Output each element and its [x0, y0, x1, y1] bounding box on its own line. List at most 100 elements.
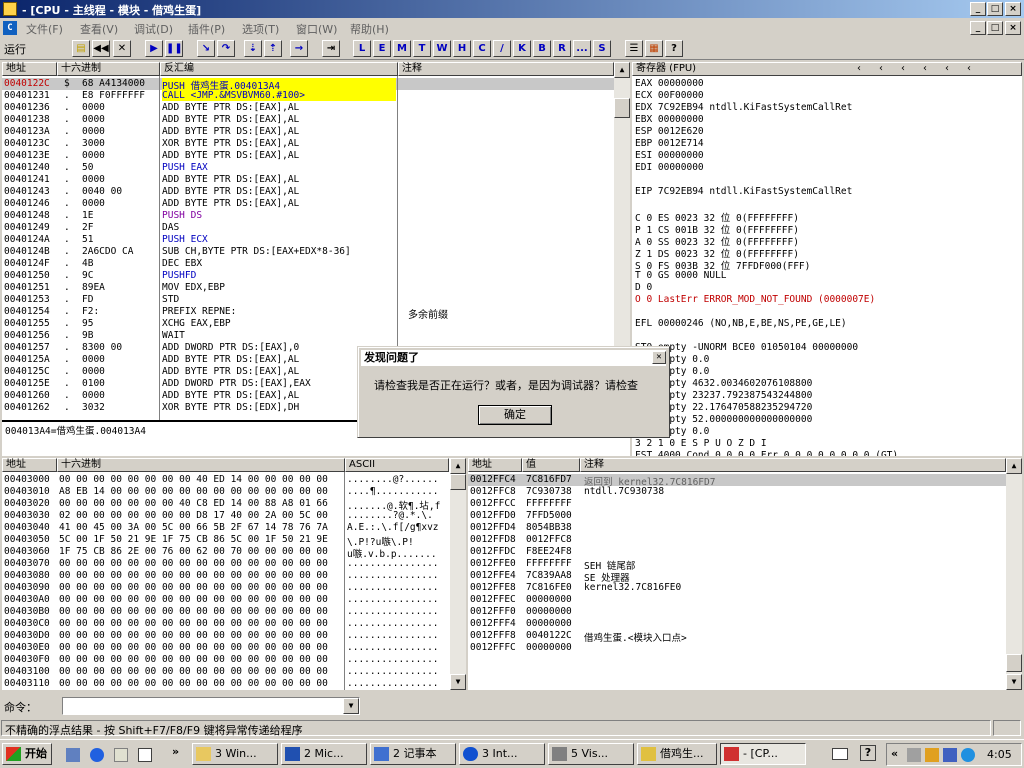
- disasm-row[interactable]: 00401241. 0000 ADD BYTE PTR DS:[EAX],AL: [2, 174, 614, 186]
- mdi-restore-button[interactable]: □: [987, 21, 1003, 35]
- disasm-row[interactable]: 0040124F. 4B DEC EBX: [2, 258, 614, 270]
- toolbar-B-button[interactable]: B: [533, 40, 551, 57]
- toolbar-E-button[interactable]: E: [373, 40, 391, 57]
- task-microsoft-word[interactable]: 2 Mic...: [281, 743, 367, 765]
- toolbar-L-button[interactable]: L: [353, 40, 371, 57]
- toolbar-M-button[interactable]: M: [393, 40, 411, 57]
- goto-icon[interactable]: ⇥: [322, 40, 340, 57]
- disasm-row[interactable]: 0040124B. 2A6CDO CA SUB CH,BYTE PTR DS:[EA…: [2, 246, 614, 258]
- stack-header-comment[interactable]: 注释: [580, 458, 1006, 472]
- disasm-header-addr[interactable]: 地址: [2, 62, 57, 76]
- stack-row[interactable]: 0012FFD4 8054BB38: [468, 522, 1006, 534]
- stack-row[interactable]: 0012FFFC 00000000: [468, 642, 1006, 654]
- menu-window[interactable]: 窗口(W): [296, 21, 337, 37]
- scroll-thumb[interactable]: [614, 98, 630, 118]
- dump-row[interactable]: 00403080 00 00 00 00 00 00 00 00 00 00 00…: [2, 570, 450, 582]
- stack-row[interactable]: 0012FFD0 7FFD5000: [468, 510, 1006, 522]
- quicklaunch-user-icon[interactable]: [66, 748, 80, 762]
- disasm-row[interactable]: 00401246. 0000 ADD BYTE PTR DS:[EAX],AL: [2, 198, 614, 210]
- start-button[interactable]: 开始: [2, 743, 52, 765]
- scroll-down-icon[interactable]: ▼: [1006, 674, 1022, 690]
- stack-row[interactable]: 0012FFC4 7C816FD7 返回到 kernel32.7C816FD7: [468, 474, 1006, 488]
- dump-pane[interactable]: 地址 十六进制 ASCII 00403000 00 00 00 00 00 00 …: [2, 458, 466, 690]
- quicklaunch-ie-icon[interactable]: [90, 748, 104, 762]
- run-icon[interactable]: ▶: [145, 40, 163, 57]
- stack-row[interactable]: 0012FFF0 00000000: [468, 606, 1006, 618]
- palette-icon[interactable]: ▦: [645, 40, 663, 57]
- close-button[interactable]: ×: [1005, 2, 1021, 16]
- stack-row[interactable]: 0012FFDC F8EE24F8: [468, 546, 1006, 558]
- dump-row[interactable]: 00403030 02 00 00 00 00 00 00 00 D8 17 40…: [2, 510, 450, 522]
- help-icon[interactable]: ?: [665, 40, 683, 57]
- task-windows-explorer[interactable]: 3 Win...: [192, 743, 278, 765]
- toolbar-S-button[interactable]: S: [593, 40, 611, 57]
- help-tray-icon[interactable]: ?: [860, 745, 876, 761]
- clock[interactable]: 4:05: [987, 748, 1012, 761]
- dialog-ok-button[interactable]: 确定: [478, 405, 552, 425]
- task-crackme[interactable]: 借鸡生...: [637, 743, 717, 765]
- scroll-down-icon[interactable]: ▼: [450, 674, 466, 690]
- stack-header-value[interactable]: 值: [522, 458, 580, 472]
- task-internet-explorer[interactable]: 3 Int...: [459, 743, 545, 765]
- stack-row[interactable]: 0012FFE4 7C839AA8 SE 处理器: [468, 570, 1006, 584]
- menu-debug[interactable]: 调试(D): [134, 21, 173, 37]
- dump-row[interactable]: 00403090 00 00 00 00 00 00 00 00 00 00 00…: [2, 582, 450, 594]
- disasm-row[interactable]: 00401240. 50 PUSH EAX: [2, 162, 614, 174]
- minimize-button[interactable]: _: [970, 2, 986, 16]
- dump-row[interactable]: 004030E0 00 00 00 00 00 00 00 00 00 00 00…: [2, 642, 450, 654]
- dump-row[interactable]: 00403070 00 00 00 00 00 00 00 00 00 00 00…: [2, 558, 450, 570]
- register-nav-arrows-icon[interactable]: ‹‹‹‹‹‹: [857, 63, 989, 75]
- stack-row[interactable]: 0012FFC8 7C930738 ntdll.7C930738: [468, 486, 1006, 498]
- dump-row[interactable]: 004030D0 00 00 00 00 00 00 00 00 00 00 00…: [2, 630, 450, 642]
- dump-row[interactable]: 00403000 00 00 00 00 00 00 00 00 40 ED 14…: [2, 474, 450, 486]
- dump-row[interactable]: 004030C0 00 00 00 00 00 00 00 00 00 00 00…: [2, 618, 450, 630]
- command-dropdown-icon[interactable]: ▼: [343, 698, 359, 714]
- task-ollydbg-cpu[interactable]: - [CP...: [720, 743, 806, 765]
- disasm-row[interactable]: 00401254. F2: PREFIX REPNE: 多余前缀: [2, 306, 614, 321]
- menu-file[interactable]: 文件(F): [26, 21, 63, 37]
- menu-help[interactable]: 帮助(H): [350, 21, 389, 37]
- disasm-row[interactable]: 0040123A. 0000 ADD BYTE PTR DS:[EAX],AL: [2, 126, 614, 138]
- menu-view[interactable]: 查看(V): [80, 21, 118, 37]
- menu-plugins[interactable]: 插件(P): [188, 21, 225, 37]
- dump-row[interactable]: 00403050 5C 00 1F 50 21 9E 1F 75 CB 86 5C…: [2, 534, 450, 548]
- disasm-row[interactable]: 00401231. E8 F0FFFFFF CALL <JMP.&MSVBVM60.…: [2, 90, 614, 102]
- disasm-header-asm[interactable]: 反汇编: [160, 62, 398, 76]
- list-icon[interactable]: ☰: [625, 40, 643, 57]
- tray-expand-icon[interactable]: «: [891, 747, 898, 760]
- registers-pane[interactable]: 寄存器 (FPU) ‹‹‹‹‹‹ EAX 00000000 ECX 00F0000…: [632, 62, 1022, 456]
- dump-row[interactable]: 00403060 1F 75 CB 86 2E 00 76 00 62 00 70…: [2, 546, 450, 560]
- command-input[interactable]: ▼: [62, 697, 360, 715]
- toolbar-W-button[interactable]: W: [433, 40, 451, 57]
- stack-pane[interactable]: 地址 值 注释 0012FFC4 7C816FD7 返回到 kernel32.7C8…: [468, 458, 1022, 690]
- toolbar-T-button[interactable]: T: [413, 40, 431, 57]
- disasm-row[interactable]: 00401236. 0000 ADD BYTE PTR DS:[EAX],AL: [2, 102, 614, 114]
- stack-row[interactable]: 0012FFE0 FFFFFFFF SEH 链尾部: [468, 558, 1006, 572]
- toolbar-C-button[interactable]: C: [473, 40, 491, 57]
- dump-header-addr[interactable]: 地址: [2, 458, 57, 472]
- stack-row[interactable]: 0012FFF4 00000000: [468, 618, 1006, 630]
- dump-row[interactable]: 00403020 00 00 00 00 00 00 00 40 C8 ED 14…: [2, 498, 450, 512]
- mdi-minimize-button[interactable]: _: [970, 21, 986, 35]
- quicklaunch-notepad-icon[interactable]: [114, 748, 128, 762]
- step-into-icon[interactable]: ↘: [197, 40, 215, 57]
- execute-till-return-icon[interactable]: →: [290, 40, 308, 57]
- disasm-row[interactable]: 00401243. 0040 00 ADD BYTE PTR DS:[EAX],AL: [2, 186, 614, 198]
- disasm-row[interactable]: 00401248. 1E PUSH DS: [2, 210, 614, 222]
- trace-over-icon[interactable]: ⇡: [264, 40, 282, 57]
- tray-ime-icon[interactable]: [961, 748, 975, 762]
- dump-row[interactable]: 004030B0 00 00 00 00 00 00 00 00 00 00 00…: [2, 606, 450, 618]
- scroll-thumb[interactable]: [1006, 654, 1022, 672]
- disasm-row[interactable]: 00401251. 89EA MOV EDX,EBP: [2, 282, 614, 294]
- disasm-row[interactable]: 0040122C $68 A4134000 PUSH 借鸡生蛋.004013A4: [2, 78, 614, 92]
- stack-row[interactable]: 0012FFE8 7C816FE0 kernel32.7C816FE0: [468, 582, 1006, 594]
- tray-monitor-icon[interactable]: [943, 748, 957, 762]
- mdi-close-button[interactable]: ×: [1005, 21, 1021, 35]
- scroll-up-icon[interactable]: ▲: [614, 62, 630, 78]
- quicklaunch-more-icon[interactable]: »: [172, 745, 179, 758]
- scroll-thumb[interactable]: [450, 474, 466, 490]
- tray-network-icon[interactable]: [907, 748, 921, 762]
- quicklaunch-desktop-icon[interactable]: [138, 748, 152, 762]
- keyboard-icon[interactable]: [832, 748, 848, 760]
- disasm-row[interactable]: 0040123C. 3000 XOR BYTE PTR DS:[EAX],AL: [2, 138, 614, 150]
